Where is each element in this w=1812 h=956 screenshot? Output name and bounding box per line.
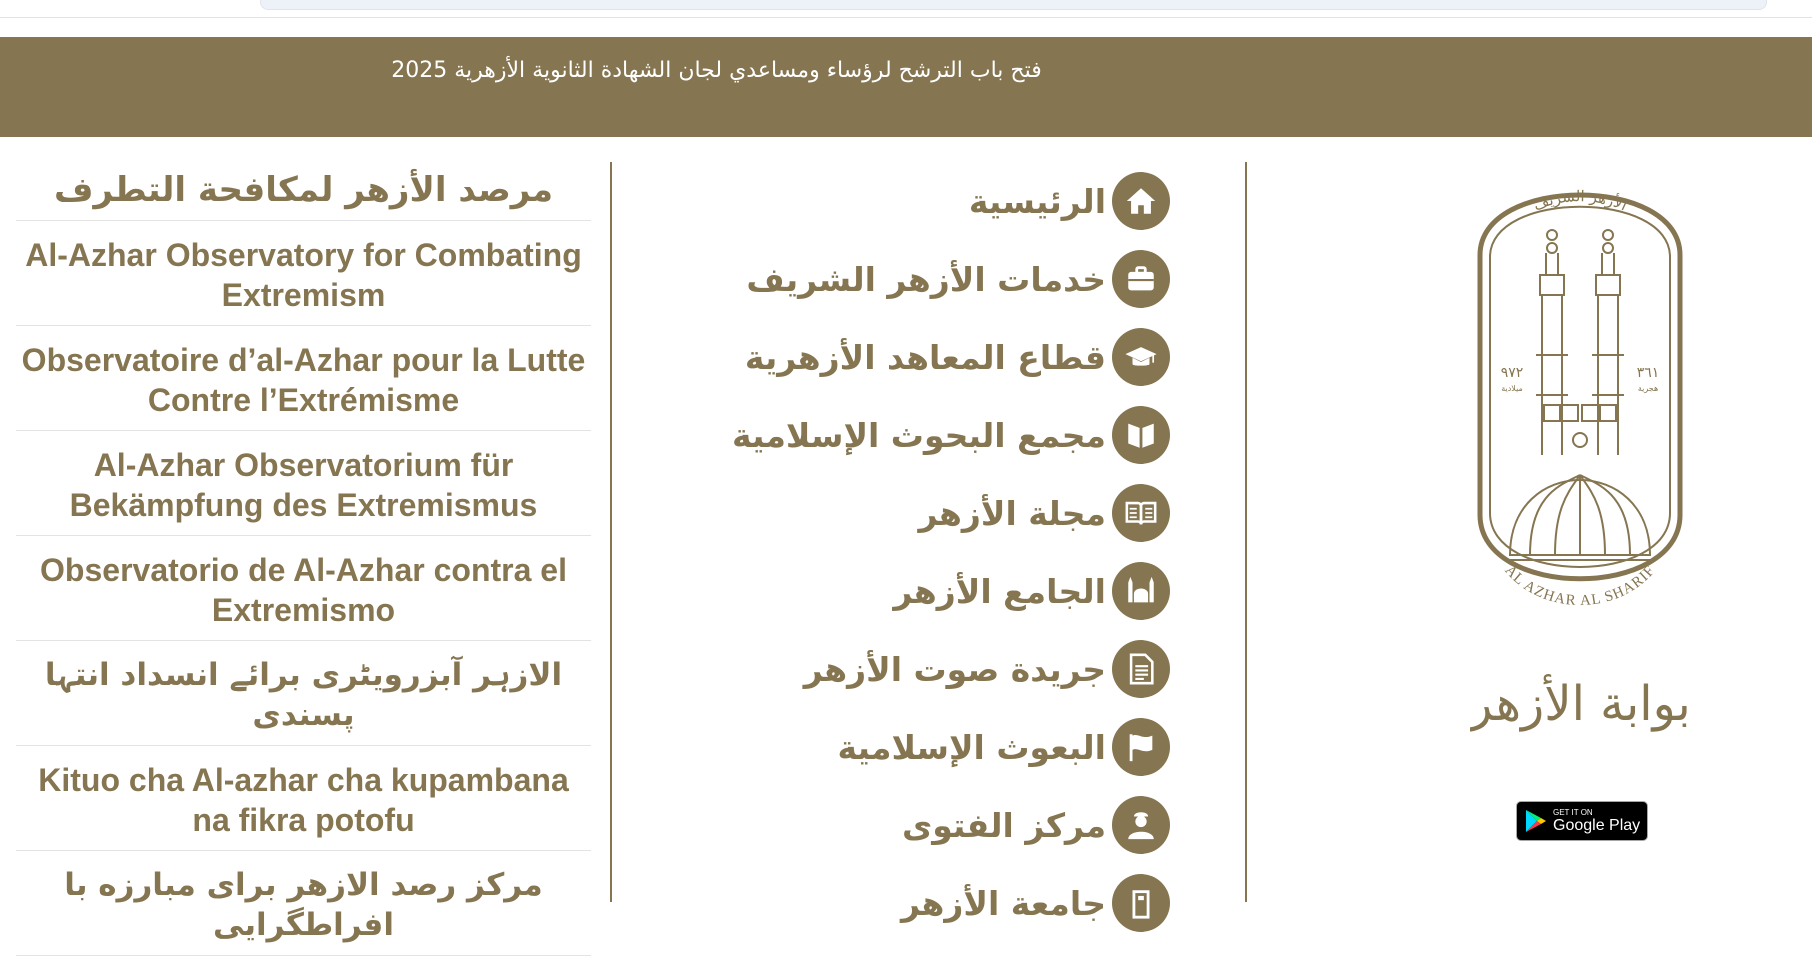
observatory-link-persian[interactable]: مرکز رصد الازهر برای مبارزه با افراطگرای… xyxy=(16,851,591,956)
university-icon xyxy=(1112,874,1170,932)
menu-item-home[interactable]: الرئيسية xyxy=(640,162,1170,240)
menu-item-missions[interactable]: البعوث الإسلامية xyxy=(640,708,1170,786)
search-bar[interactable] xyxy=(260,0,1767,10)
top-bar xyxy=(0,0,1812,18)
observatory-link-urdu[interactable]: الازہر آبزرویٹری برائے انسداد انتہا پسند… xyxy=(16,641,591,746)
menu-item-newspaper[interactable]: جريدة صوت الأزهر xyxy=(640,630,1170,708)
open-book-icon xyxy=(1112,484,1170,542)
document-icon xyxy=(1112,640,1170,698)
al-azhar-logo[interactable]: الأزهر الشريف ٩٧٢ ميلادية ٣٦١ هجرية AL A… xyxy=(1470,155,1690,625)
observatory-link-swahili[interactable]: Kituo cha Al-azhar cha kupambana na fikr… xyxy=(16,746,591,851)
main-menu: الرئيسية خدمات الأزهر الشريف قطاع المعاه… xyxy=(640,162,1170,942)
observatory-link-german[interactable]: Al-Azhar Observatorium für Bekämpfung de… xyxy=(16,431,591,536)
menu-item-label: جريدة صوت الأزهر xyxy=(803,649,1106,689)
menu-item-fatwa[interactable]: مركز الفتوى xyxy=(640,786,1170,864)
menu-item-services[interactable]: خدمات الأزهر الشريف xyxy=(640,240,1170,318)
graduation-cap-icon xyxy=(1112,328,1170,386)
menu-item-label: البعوث الإسلامية xyxy=(837,727,1106,767)
observatory-link-french[interactable]: Observatoire d’al-Azhar pour la Lutte Co… xyxy=(16,326,591,431)
mosque-icon xyxy=(1112,562,1170,620)
portal-name-calligraphy: بوابة الأزهر xyxy=(1470,674,1690,732)
menu-item-institutes[interactable]: قطاع المعاهد الأزهرية xyxy=(640,318,1170,396)
logo-gregorian-label: ميلادية xyxy=(1501,384,1523,393)
menu-item-label: الرئيسية xyxy=(968,181,1106,221)
logo-hijri-label: هجرية xyxy=(1638,384,1658,393)
menu-item-mosque[interactable]: الجامع الأزهر xyxy=(640,552,1170,630)
menu-item-label: جامعة الأزهر xyxy=(900,883,1106,923)
menu-item-research[interactable]: مجمع البحوث الإسلامية xyxy=(640,396,1170,474)
book-icon xyxy=(1112,406,1170,464)
menu-item-university[interactable]: جامعة الأزهر xyxy=(640,864,1170,942)
logo-arabic-arc: الأزهر الشريف xyxy=(1531,187,1630,214)
google-play-badge[interactable]: GET IT ON Google Play xyxy=(1516,801,1648,841)
menu-item-label: الجامع الأزهر xyxy=(893,571,1106,611)
menu-item-magazine[interactable]: مجلة الأزهر xyxy=(640,474,1170,552)
observatory-title[interactable]: مرصد الأزهر لمكافحة التطرف xyxy=(16,162,591,221)
google-play-icon xyxy=(1526,810,1546,832)
briefcase-icon xyxy=(1112,250,1170,308)
announcement-banner xyxy=(0,37,1812,137)
column-divider-right xyxy=(1245,162,1247,902)
mufti-icon xyxy=(1112,796,1170,854)
menu-item-label: قطاع المعاهد الأزهرية xyxy=(744,337,1106,377)
menu-item-label: مركز الفتوى xyxy=(901,805,1106,845)
logo-year-hijri: ٣٦١ xyxy=(1637,365,1660,381)
google-play-small-text: GET IT ON xyxy=(1553,808,1593,817)
menu-item-label: خدمات الأزهر الشريف xyxy=(746,259,1106,299)
announcement-link[interactable]: فتح باب الترشح لرؤساء ومساعدي لجان الشها… xyxy=(0,56,1433,86)
logo-year-gregorian: ٩٧٢ xyxy=(1501,365,1524,381)
google-play-big-text: Google Play xyxy=(1553,817,1641,834)
observatory-column: مرصد الأزهر لمكافحة التطرف Al-Azhar Obse… xyxy=(16,162,591,956)
column-divider-left xyxy=(610,162,612,902)
google-play-text: GET IT ON Google Play xyxy=(1553,808,1640,834)
observatory-link-spanish[interactable]: Observatorio de Al-Azhar contra el Extre… xyxy=(16,536,591,641)
svg-text:بوابة الأزهر: بوابة الأزهر xyxy=(1470,674,1690,732)
menu-item-label: مجلة الأزهر xyxy=(918,493,1106,533)
menu-item-label: مجمع البحوث الإسلامية xyxy=(732,415,1106,455)
flag-icon xyxy=(1112,718,1170,776)
observatory-link-english[interactable]: Al-Azhar Observatory for Combating Extre… xyxy=(16,221,591,326)
home-icon xyxy=(1112,172,1170,230)
